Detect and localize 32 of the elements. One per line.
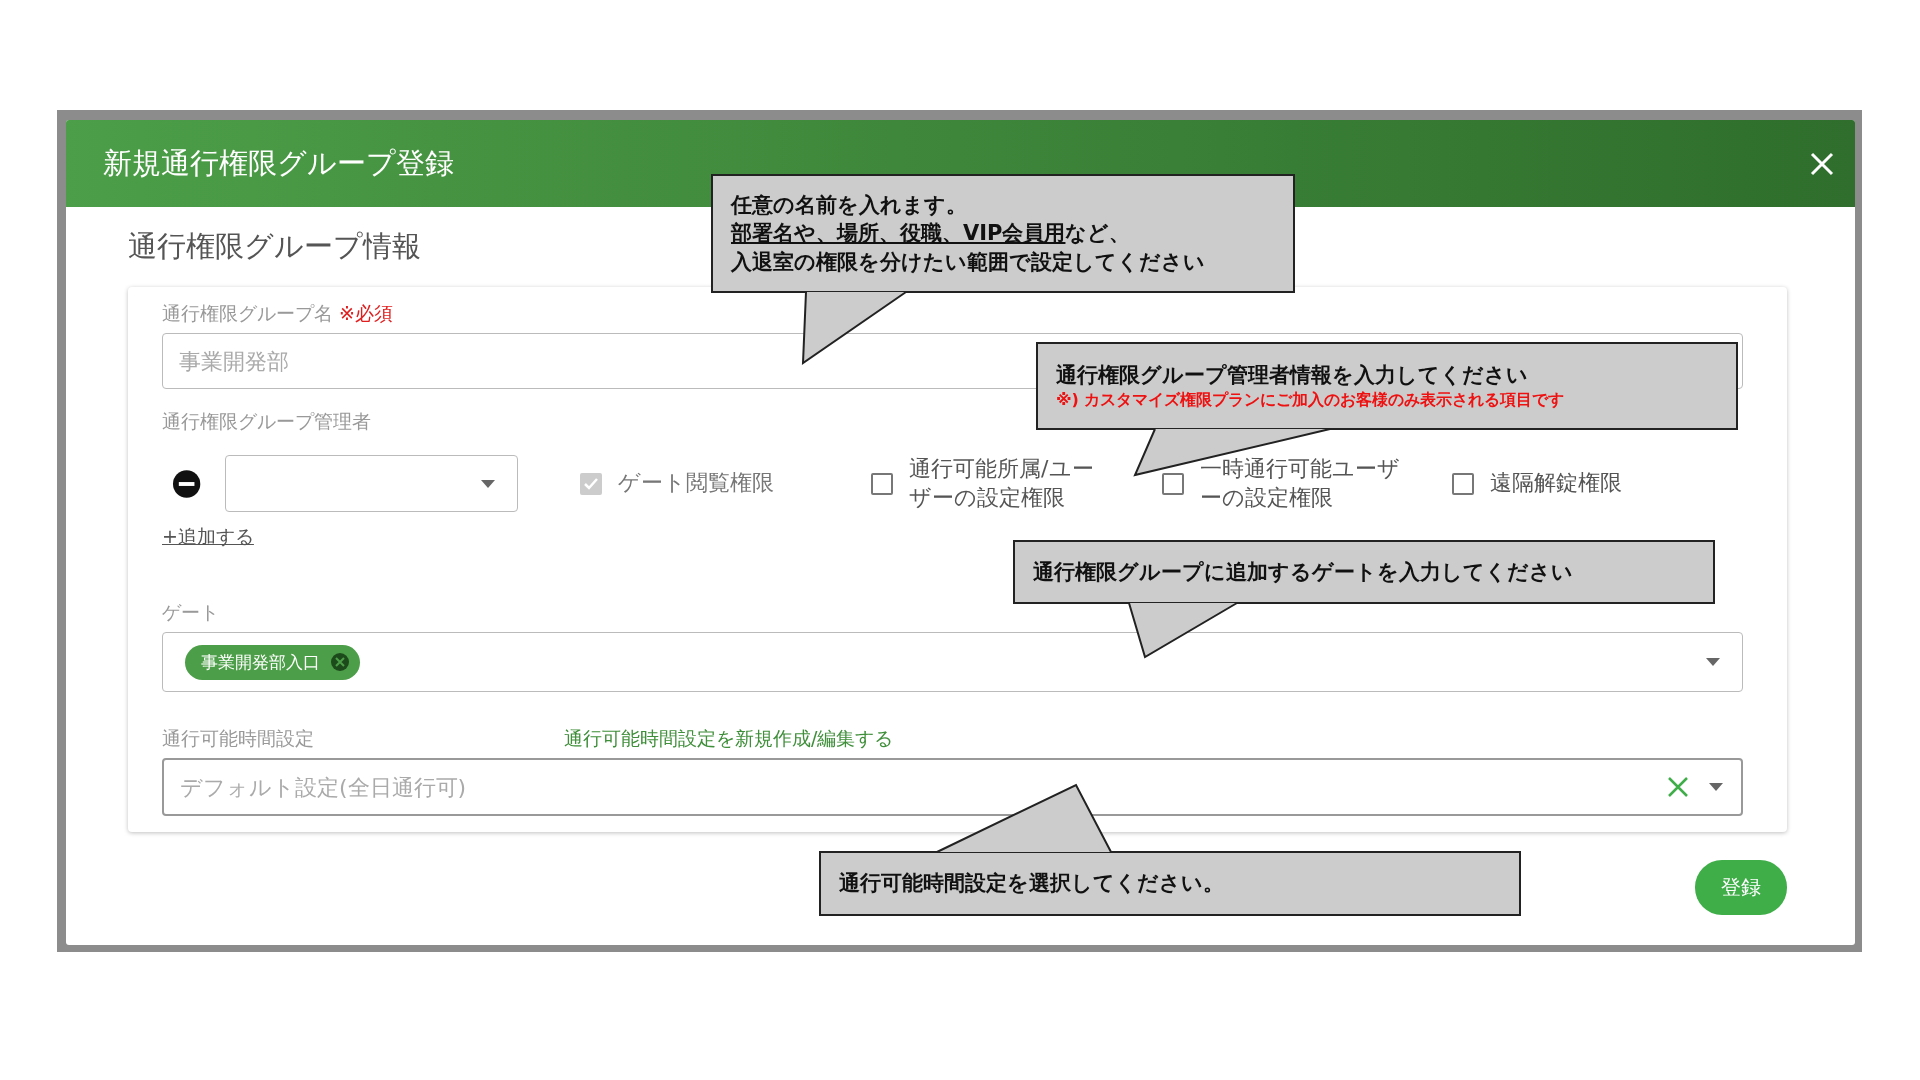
dialog-title: 新規通行権限グループ登録 <box>103 144 454 182</box>
dropdown-caret-icon[interactable] <box>481 479 496 488</box>
checkbox-label: 遠隔解錠権限 <box>1490 469 1624 498</box>
callout-text: 通行権限グループ管理者情報を入力してください <box>1056 362 1529 390</box>
checkbox-label: ゲート閲覧権限 <box>618 469 776 498</box>
checkbox[interactable] <box>1452 472 1475 495</box>
field-label: 通行権限グループ管理者 <box>162 409 371 434</box>
callout-note: ※) カスタマイズ権限プランにご加入のお客様のみ表示される項目です <box>1056 389 1566 411</box>
field-label: ゲート <box>162 600 219 626</box>
register-button[interactable]: 登録 <box>1695 860 1787 916</box>
gate-chip[interactable]: 事業開発部入口 <box>185 644 360 680</box>
field-label: 通行可能時間設定 <box>162 726 314 752</box>
section-title: 通行権限グループ情報 <box>128 228 421 265</box>
close-icon[interactable] <box>1809 150 1835 177</box>
callout-text: 入退室の権限を分けたい範囲で設定してください <box>731 248 1206 276</box>
callout-text: 通行権限グループに追加するゲートを入力してください <box>1033 558 1574 586</box>
remove-icon[interactable] <box>172 468 202 499</box>
checkbox-label: 通行可能所属/ユーザーの設定権限 <box>909 455 1095 512</box>
clear-icon[interactable] <box>1667 776 1689 799</box>
callout-text: 通行可能時間設定を選択してください。 <box>839 870 1225 898</box>
dropdown-caret-icon[interactable] <box>1709 783 1723 792</box>
checkbox[interactable] <box>871 472 894 495</box>
time-setting-field[interactable]: デフォルト設定(全日通行可) <box>162 758 1743 817</box>
add-link[interactable]: +追加する <box>162 524 254 551</box>
callout-text: 部署名や、場所、役職、VIP会員用など、 <box>731 220 1132 248</box>
callout-text: 任意の名前を入れます。 <box>731 192 968 219</box>
dropdown-caret-icon[interactable] <box>1706 658 1720 667</box>
field-label: 通行権限グループ名 ※必須 <box>162 301 393 326</box>
gate-select[interactable]: 事業開発部入口 <box>162 632 1743 693</box>
edit-link[interactable]: 通行可能時間設定を新規作成/編集する <box>564 726 894 753</box>
checkbox[interactable] <box>1161 472 1184 495</box>
checkbox-label: 一時通行可能ユーザーの設定権限 <box>1199 455 1400 512</box>
